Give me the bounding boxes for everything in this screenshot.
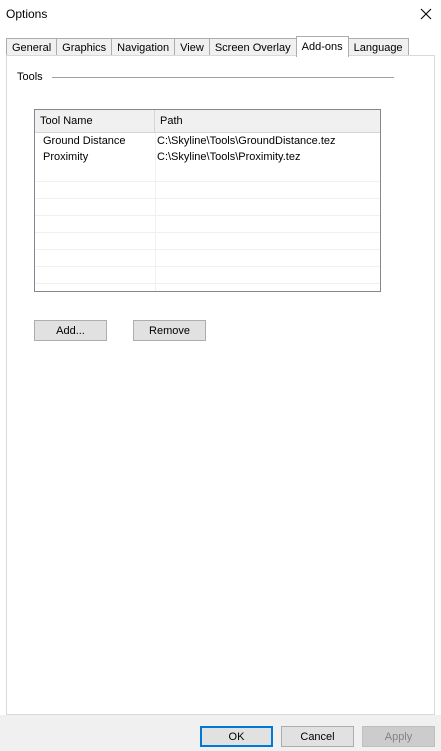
list-item[interactable]: Proximity C:\Skyline\Tools\Proximity.tez bbox=[35, 149, 380, 165]
tools-list[interactable]: Tool Name Path Ground Distance C:\Skylin… bbox=[34, 109, 381, 292]
tool-name-cell: Ground Distance bbox=[43, 135, 126, 147]
empty-row bbox=[35, 267, 380, 284]
tools-group-label: Tools bbox=[17, 71, 43, 83]
tool-name-cell: Proximity bbox=[43, 151, 89, 163]
tool-path-cell: C:\Skyline\Tools\Proximity.tez bbox=[157, 151, 301, 163]
apply-button[interactable]: Apply bbox=[362, 726, 435, 747]
tab-language[interactable]: Language bbox=[347, 38, 409, 56]
empty-row bbox=[35, 216, 380, 233]
cancel-button[interactable]: Cancel bbox=[281, 726, 354, 747]
column-header-path[interactable]: Path bbox=[155, 110, 380, 132]
title-bar: Options bbox=[0, 0, 441, 28]
remove-button[interactable]: Remove bbox=[133, 320, 206, 341]
tab-graphics[interactable]: Graphics bbox=[56, 38, 113, 56]
empty-row bbox=[35, 165, 380, 182]
tab-strip: General Graphics Navigation View Screen … bbox=[6, 36, 409, 57]
tab-general[interactable]: General bbox=[6, 38, 58, 56]
close-button[interactable] bbox=[411, 0, 441, 28]
list-header: Tool Name Path bbox=[35, 110, 380, 133]
list-rows: Ground Distance C:\Skyline\Tools\GroundD… bbox=[35, 133, 380, 284]
tab-add-ons[interactable]: Add-ons bbox=[295, 36, 349, 57]
empty-row bbox=[35, 250, 380, 267]
close-icon bbox=[420, 8, 432, 20]
ok-button[interactable]: OK bbox=[200, 726, 273, 747]
tab-navigation[interactable]: Navigation bbox=[111, 38, 176, 56]
group-divider bbox=[52, 77, 394, 78]
add-button[interactable]: Add... bbox=[34, 320, 107, 341]
empty-row bbox=[35, 199, 380, 216]
empty-row bbox=[35, 182, 380, 199]
tool-path-cell: C:\Skyline\Tools\GroundDistance.tez bbox=[157, 135, 336, 147]
window-title: Options bbox=[6, 7, 48, 21]
tab-view[interactable]: View bbox=[174, 38, 210, 56]
column-header-tool-name[interactable]: Tool Name bbox=[35, 110, 155, 132]
empty-row bbox=[35, 233, 380, 250]
list-item[interactable]: Ground Distance C:\Skyline\Tools\GroundD… bbox=[35, 133, 380, 149]
tab-screen-overlay[interactable]: Screen Overlay bbox=[208, 38, 297, 56]
